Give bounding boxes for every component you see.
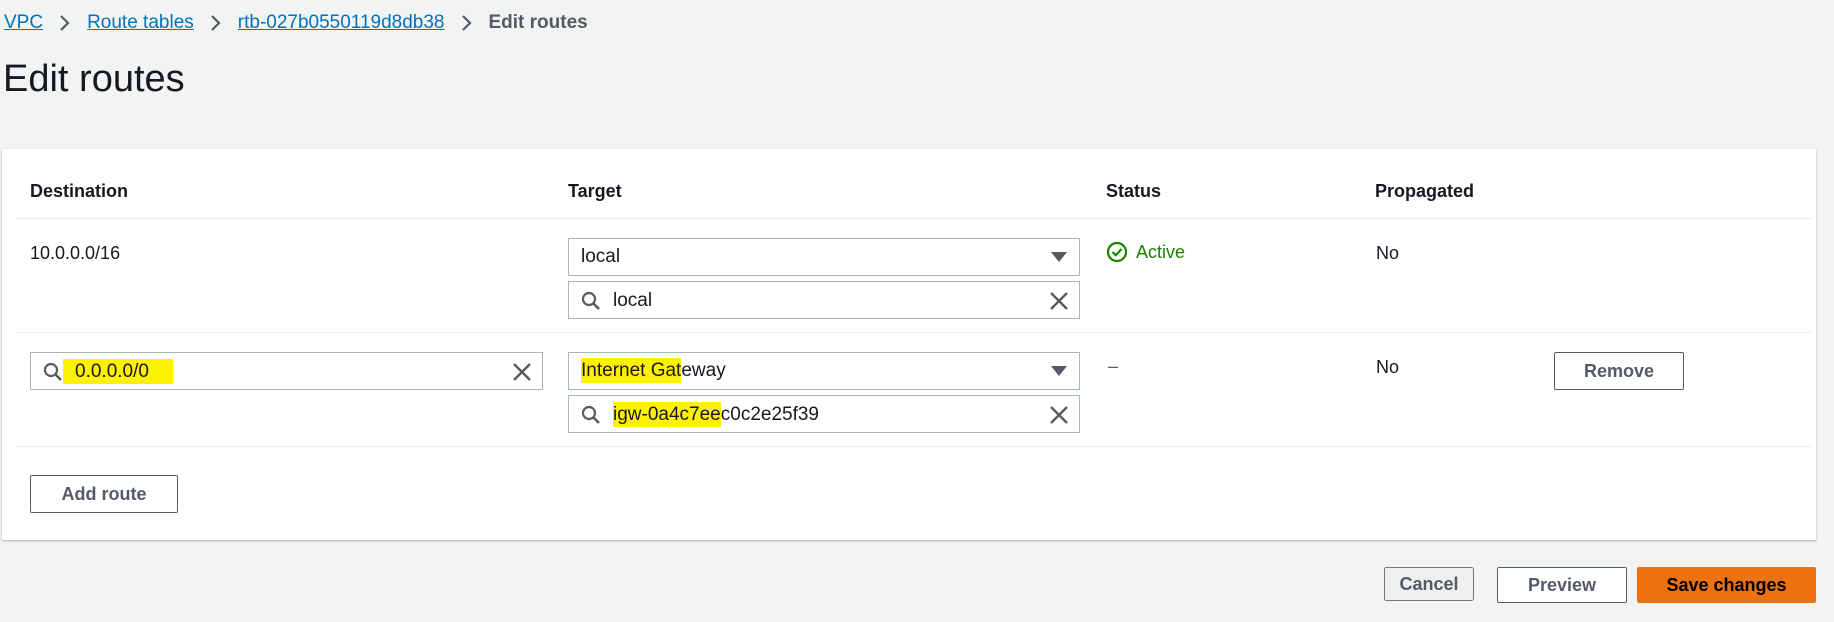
- breadcrumb-vpc-link[interactable]: VPC: [4, 12, 43, 34]
- preview-button[interactable]: Preview: [1497, 567, 1627, 603]
- status-badge: Active: [1106, 241, 1185, 263]
- target-type-value: local: [581, 246, 621, 267]
- target-type-select[interactable]: local: [568, 238, 1080, 276]
- column-header-destination: Destination: [30, 181, 129, 201]
- search-icon: [581, 291, 600, 310]
- chevron-right-icon: [59, 14, 71, 32]
- target-search-value: igw-0a4c7eec0c2e25f39: [613, 402, 819, 427]
- target-type-select[interactable]: Internet Gateway: [568, 352, 1080, 390]
- target-search-input[interactable]: igw-0a4c7eec0c2e25f39: [568, 395, 1080, 433]
- propagated-text: No: [1376, 357, 1400, 377]
- check-circle-icon: [1106, 241, 1128, 263]
- close-icon[interactable]: [512, 362, 532, 382]
- column-header-target: Target: [568, 181, 622, 201]
- propagated-text: No: [1376, 243, 1400, 263]
- save-changes-button[interactable]: Save changes: [1637, 567, 1816, 603]
- caret-down-icon: [1051, 252, 1067, 262]
- close-icon[interactable]: [1049, 405, 1069, 425]
- breadcrumb-route-tables-link[interactable]: Route tables: [87, 12, 194, 34]
- add-route-button[interactable]: Add route: [30, 475, 178, 513]
- breadcrumb: VPC Route tables rtb-027b0550119d8db38 E…: [4, 10, 588, 36]
- divider: [16, 446, 1812, 447]
- column-header-status: Status: [1106, 181, 1162, 201]
- close-icon[interactable]: [1049, 291, 1069, 311]
- divider: [16, 218, 1812, 219]
- remove-route-button[interactable]: Remove: [1554, 352, 1684, 390]
- status-text: Active: [1136, 241, 1186, 262]
- search-icon: [581, 405, 600, 424]
- breadcrumb-current: Edit routes: [488, 12, 588, 33]
- target-search-input[interactable]: local: [568, 281, 1080, 319]
- target-type-value: Internet Gateway: [581, 358, 726, 383]
- page-title: Edit routes: [3, 58, 185, 100]
- search-icon: [43, 362, 62, 381]
- chevron-right-icon: [210, 14, 222, 32]
- column-header-propagated: Propagated: [1375, 181, 1475, 201]
- breadcrumb-route-table-id-link[interactable]: rtb-027b0550119d8db38: [238, 12, 445, 34]
- caret-down-icon: [1051, 366, 1067, 376]
- status-text: –: [1108, 356, 1119, 376]
- target-search-value: local: [613, 290, 653, 311]
- chevron-right-icon: [461, 14, 473, 32]
- destination-input[interactable]: 0.0.0.0/0: [30, 352, 543, 390]
- destination-value: 0.0.0.0/0: [63, 359, 173, 384]
- routes-panel: Destination Target Status Propagated 10.…: [2, 149, 1816, 540]
- cancel-button[interactable]: Cancel: [1384, 567, 1474, 601]
- divider: [16, 332, 1812, 333]
- destination-text: 10.0.0.0/16: [30, 243, 121, 263]
